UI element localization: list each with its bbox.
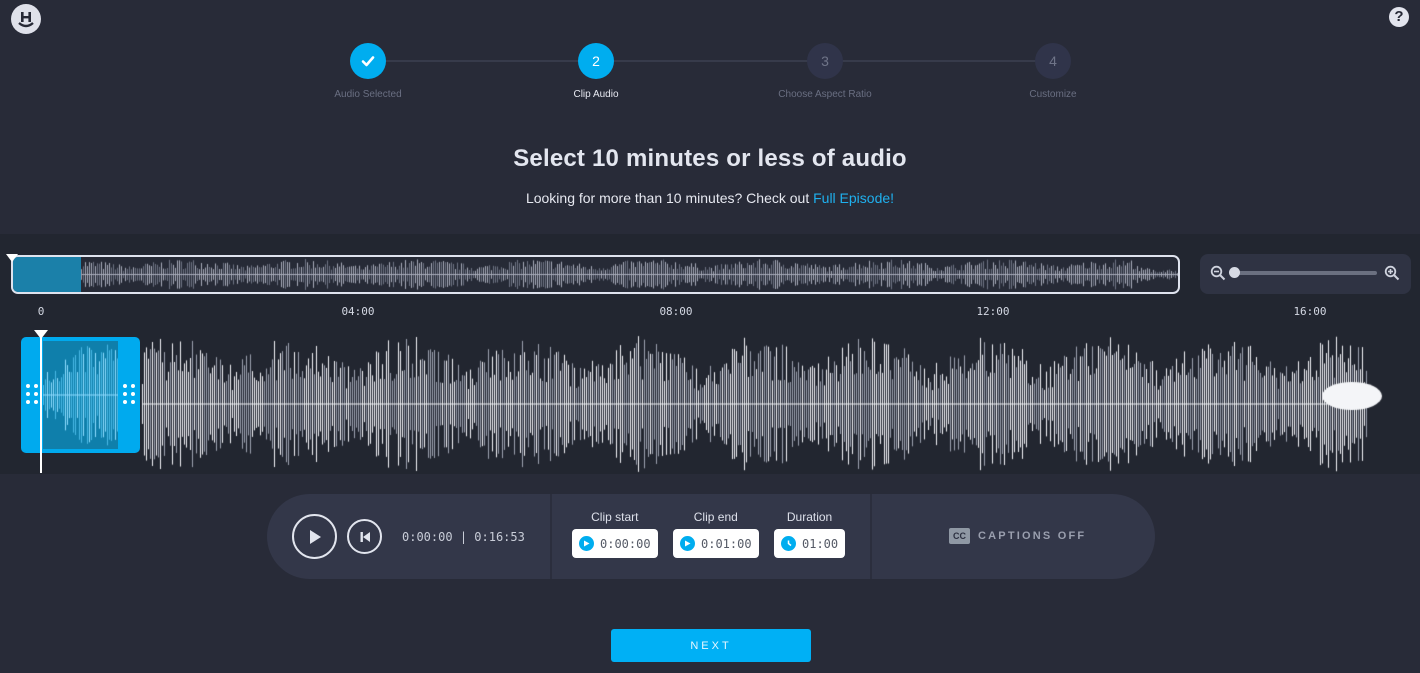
playhead-handle[interactable] [34, 330, 48, 339]
subtitle-text: Looking for more than 10 minutes? Check … [525, 190, 814, 206]
zoom-slider-thumb[interactable] [1229, 267, 1240, 278]
clip-start-label: Clip start [591, 510, 639, 524]
current-time: 0:00:00 [402, 530, 453, 544]
timeline-ticks: 0 04:00 08:00 12:00 16:00 [0, 305, 1420, 319]
step-circle: 3 [807, 43, 843, 79]
step-circle [350, 43, 386, 79]
captions-label: CAPTIONS OFF [978, 530, 1087, 542]
check-icon [361, 56, 375, 67]
help-button[interactable]: ? [1389, 7, 1409, 27]
time-separator: | [459, 530, 468, 544]
playhead-line[interactable] [40, 331, 42, 473]
app-logo[interactable] [11, 4, 41, 34]
clip-start-value: 0:00:00 [600, 536, 651, 551]
clip-selection[interactable] [21, 337, 140, 453]
step-label: Choose Aspect Ratio [778, 89, 872, 100]
clip-end-label: Clip end [693, 510, 738, 524]
play-circle-icon[interactable] [579, 536, 594, 551]
main-waveform[interactable] [0, 334, 1420, 474]
step-circle: 2 [578, 43, 614, 79]
divider [550, 494, 552, 579]
clip-start-handle[interactable] [26, 384, 38, 404]
page-title: Select 10 minutes or less of audio [513, 145, 907, 172]
full-episode-link[interactable]: Full Episode! [813, 190, 894, 206]
page-subtitle: Looking for more than 10 minutes? Check … [0, 190, 1420, 206]
clip-end-value: 0:01:00 [701, 536, 752, 551]
step-circle: 4 [1035, 43, 1071, 79]
play-button[interactable] [292, 514, 337, 559]
clip-end-handle[interactable] [123, 384, 135, 404]
tick-label: 16:00 [1293, 305, 1327, 318]
play-icon [309, 529, 321, 544]
overview-waveform[interactable] [11, 255, 1180, 294]
stepper-line [368, 60, 1054, 62]
zoom-slider-track[interactable] [1235, 271, 1377, 275]
zoom-in-icon[interactable] [1384, 265, 1400, 281]
main-waveform-graphic [0, 334, 1420, 474]
captions-toggle[interactable]: CC CAPTIONS OFF [949, 528, 1086, 544]
player-controls: 0:00:00 | 0:16:53 Clip start 0:00:00 Cli… [267, 494, 1155, 579]
step-label: Customize [1029, 89, 1077, 100]
tick-label: 08:00 [659, 305, 693, 318]
duration-field[interactable]: 01:00 [774, 529, 846, 558]
zoom-control [1200, 254, 1411, 294]
overview-visible-window[interactable] [13, 257, 81, 292]
progress-stepper: Audio Selected 2 Clip Audio 3 Choose Asp… [334, 43, 1077, 105]
overview-waveform-graphic [13, 257, 1178, 292]
step-label: Audio Selected [334, 89, 402, 100]
duration-group: Duration 01:00 [774, 510, 846, 558]
restart-button[interactable] [347, 519, 382, 554]
smiley-logo-icon [18, 12, 34, 28]
clip-end-group: Clip end 0:01:00 [673, 510, 759, 558]
duration-label: Duration [786, 510, 833, 524]
playback-time: 0:00:00 | 0:16:53 [402, 530, 525, 544]
question-mark-icon: ? [1394, 8, 1404, 25]
step-audio-selected[interactable]: Audio Selected [298, 43, 438, 100]
skip-back-icon [360, 531, 370, 542]
clip-end-field[interactable]: 0:01:00 [673, 529, 759, 558]
play-circle-icon[interactable] [680, 536, 695, 551]
divider [870, 494, 872, 579]
clip-start-group: Clip start 0:00:00 [572, 510, 658, 558]
tick-label: 04:00 [341, 305, 375, 318]
step-customize[interactable]: 4 Customize [983, 43, 1123, 100]
zoom-out-icon[interactable] [1210, 265, 1226, 281]
clip-waveform-graphic [43, 341, 118, 449]
tick-label: 0 [37, 305, 45, 318]
total-time: 0:16:53 [474, 530, 525, 544]
step-choose-aspect-ratio[interactable]: 3 Choose Aspect Ratio [755, 43, 895, 100]
clip-start-field[interactable]: 0:00:00 [572, 529, 658, 558]
step-label: Clip Audio [573, 89, 619, 100]
clock-icon [781, 536, 796, 551]
next-button[interactable]: NEXT [611, 629, 811, 662]
duration-value: 01:00 [802, 536, 839, 551]
tick-label: 12:00 [976, 305, 1010, 318]
overview-playhead-marker [6, 254, 18, 262]
step-clip-audio[interactable]: 2 Clip Audio [526, 43, 666, 100]
closed-captions-icon: CC [949, 528, 970, 544]
